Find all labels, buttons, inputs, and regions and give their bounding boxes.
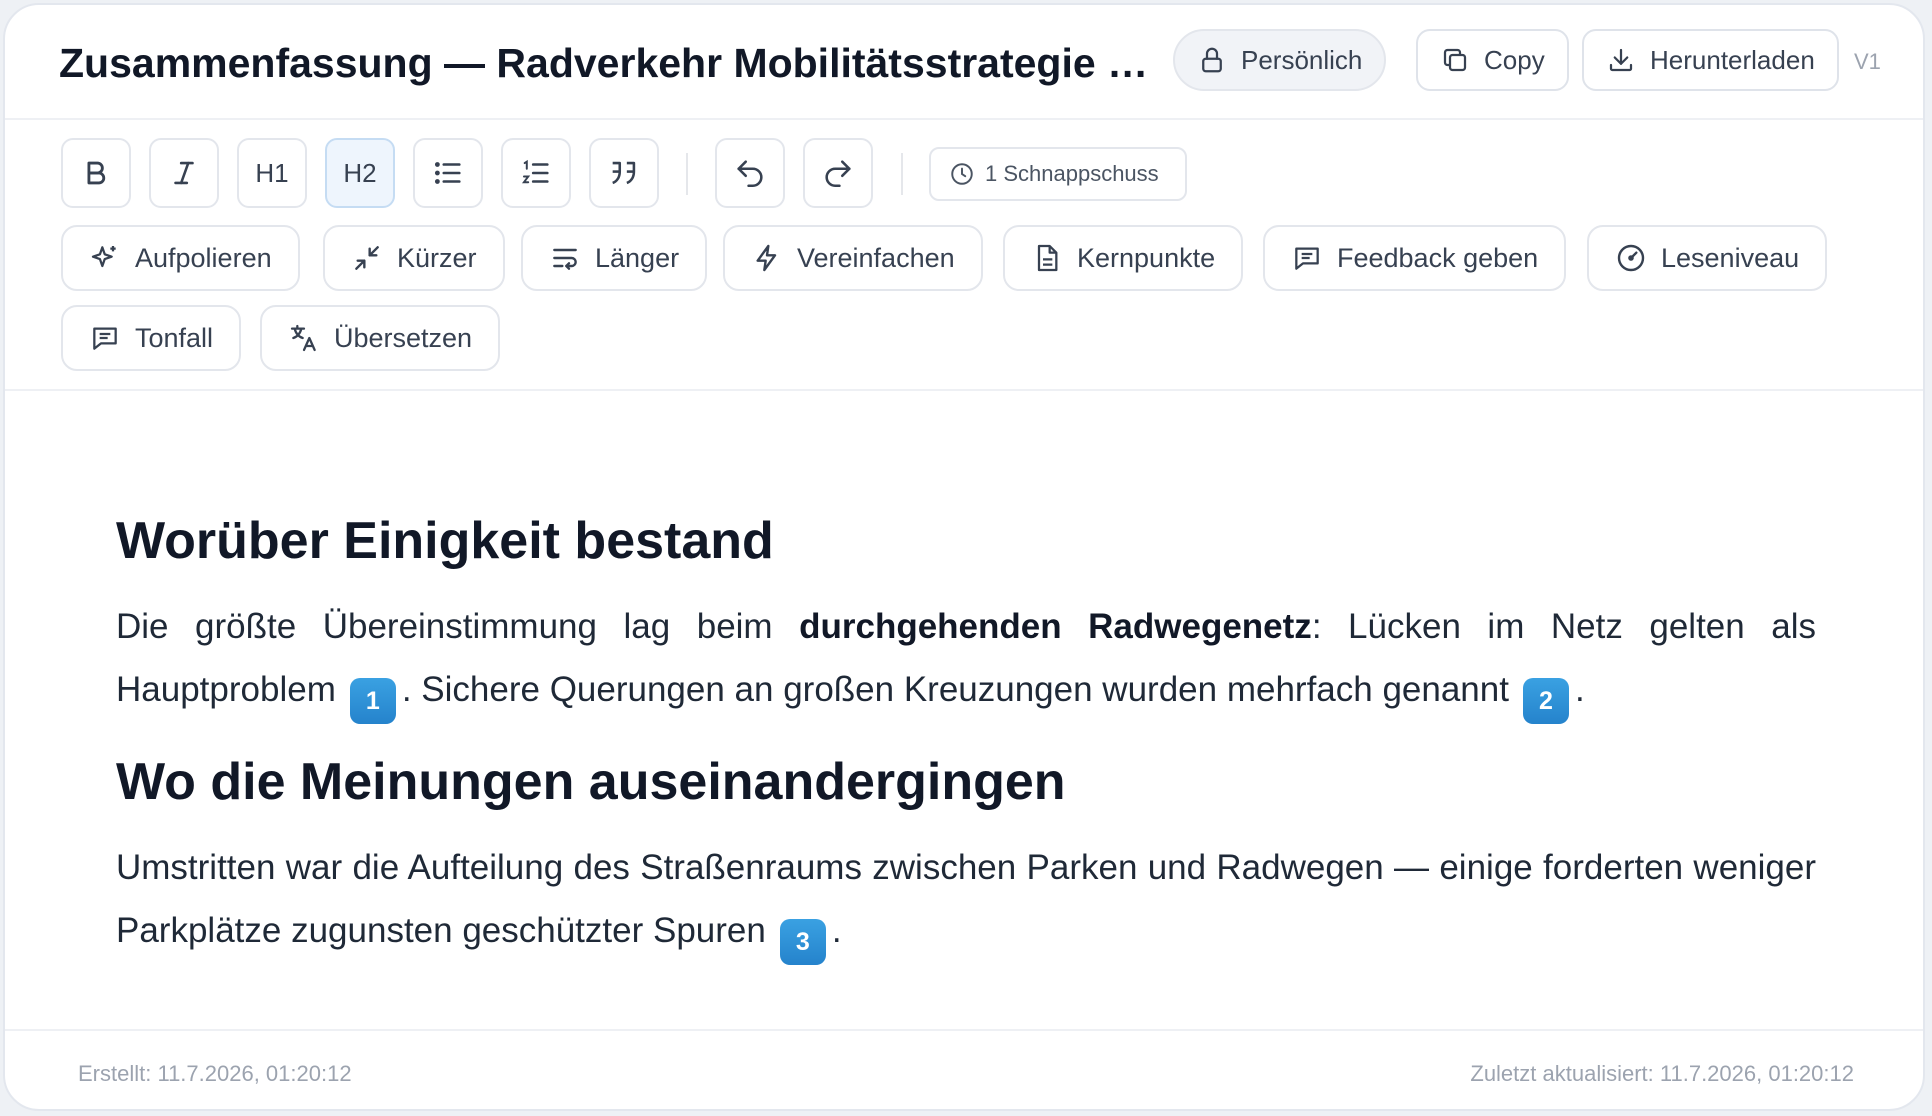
translate-button[interactable]: Übersetzen	[260, 305, 501, 371]
updated-timestamp: Zuletzt aktualisiert: 11.7.2026, 01:20:1…	[1470, 1061, 1854, 1086]
numbered-list-icon	[521, 159, 549, 184]
section-heading: Worüber Einigkeit bestand	[116, 512, 774, 570]
italic-icon	[174, 161, 194, 185]
version-label: V1	[1854, 49, 1881, 74]
shorter-label: Kürzer	[397, 242, 477, 273]
bold-text: durchgehenden Radwegenetz	[799, 607, 1312, 646]
snapshot-label: 1 Schnappschuss	[985, 161, 1159, 186]
heading2-button[interactable]: H2	[325, 138, 395, 208]
feedback-label: Feedback geben	[1337, 242, 1539, 273]
copy-button[interactable]: Copy	[1416, 29, 1569, 91]
undo-button[interactable]	[715, 138, 785, 208]
lock-icon	[1202, 47, 1222, 73]
feedback-button[interactable]: Feedback geben	[1263, 225, 1567, 291]
tone-label: Tonfall	[135, 322, 214, 353]
paragraph-text: Die größte Übereinstimmung lag beim	[116, 607, 800, 646]
longer-button[interactable]: Länger	[521, 225, 708, 291]
simplify-label: Vereinfachen	[797, 242, 955, 273]
undo-icon	[737, 160, 763, 188]
toolbar-divider	[901, 153, 903, 195]
redo-button[interactable]	[803, 138, 873, 208]
bold-button[interactable]	[61, 138, 131, 208]
gauge-icon	[1617, 244, 1645, 272]
keypoints-label: Kernpunkte	[1077, 242, 1216, 273]
snapshot-button[interactable]: 1 Schnappschuss	[929, 147, 1187, 201]
citation-badge[interactable]: 2	[1522, 678, 1569, 724]
bullet-list-icon	[434, 162, 461, 184]
clock-icon	[951, 163, 973, 185]
longer-label: Länger	[595, 242, 680, 273]
tone-button[interactable]: Tonfall	[61, 305, 242, 371]
citation-badge[interactable]: 1	[349, 678, 396, 724]
document-card: Zusammenfassung — Radverkehr Mobilitätss…	[3, 3, 1925, 1111]
copy-label: Copy	[1484, 44, 1545, 75]
text-wrap-icon	[553, 248, 577, 270]
section-paragraph: Umstritten war die Aufteilung des Straße…	[116, 836, 1816, 965]
numbered-list-button[interactable]	[501, 138, 571, 208]
paragraph-text: Umstritten war die Aufteilung des Straße…	[116, 848, 1816, 950]
minimize-icon	[355, 246, 379, 270]
lightning-icon	[756, 244, 777, 272]
keypoints-button[interactable]: Kernpunkte	[1003, 225, 1244, 291]
sparkles-icon	[91, 246, 116, 268]
heading1-button[interactable]: H1	[237, 138, 307, 208]
visibility-label: Persönlich	[1241, 44, 1363, 75]
comment-icon	[93, 327, 117, 350]
section-heading: Wo die Meinungen auseinandergingen	[116, 753, 1066, 811]
bullet-list-button[interactable]	[413, 138, 483, 208]
document-title: Zusammenfassung — Radverkehr Mobilitätss…	[59, 40, 1149, 86]
download-icon	[1609, 48, 1633, 72]
comment-icon	[1295, 247, 1319, 270]
reading-level-label: Leseniveau	[1661, 242, 1800, 273]
translate-icon	[290, 324, 316, 352]
redo-icon	[825, 160, 851, 188]
download-label: Herunterladen	[1650, 44, 1815, 75]
simplify-button[interactable]: Vereinfachen	[723, 225, 983, 291]
italic-button[interactable]	[149, 138, 219, 208]
section-paragraph: Die größte Übereinstimmung lag beim durc…	[116, 595, 1816, 724]
document-icon	[1037, 244, 1058, 272]
bold-icon	[87, 161, 106, 185]
created-timestamp: Erstellt: 11.7.2026, 01:20:12	[78, 1061, 352, 1086]
paragraph-text: . Sichere Querungen an großen Kreuzungen…	[401, 670, 1509, 709]
editor-content[interactable]: Worüber Einigkeit bestand Die größte Übe…	[116, 505, 1816, 965]
toolbar-divider	[5, 389, 1923, 391]
toolbar-divider	[686, 153, 688, 195]
paragraph-text: .	[831, 911, 842, 950]
translate-label: Übersetzen	[334, 322, 473, 353]
heading1-label: H1	[255, 157, 289, 188]
quote-button[interactable]	[589, 138, 659, 208]
reading-level-button[interactable]: Leseniveau	[1587, 225, 1828, 291]
citation-badge[interactable]: 3	[779, 919, 826, 965]
visibility-button[interactable]: Persönlich	[1173, 29, 1387, 91]
quote-icon	[612, 161, 636, 185]
download-button[interactable]: Herunterladen	[1582, 29, 1839, 91]
polish-label: Aufpolieren	[135, 242, 272, 273]
paragraph-text: .	[1574, 670, 1585, 709]
footer-divider	[5, 1029, 1923, 1031]
shorter-button[interactable]: Kürzer	[323, 225, 505, 291]
heading2-label: H2	[343, 157, 377, 188]
copy-icon	[1443, 48, 1467, 72]
polish-button[interactable]: Aufpolieren	[61, 225, 300, 291]
document-header: Zusammenfassung — Radverkehr Mobilitätss…	[5, 5, 1923, 120]
